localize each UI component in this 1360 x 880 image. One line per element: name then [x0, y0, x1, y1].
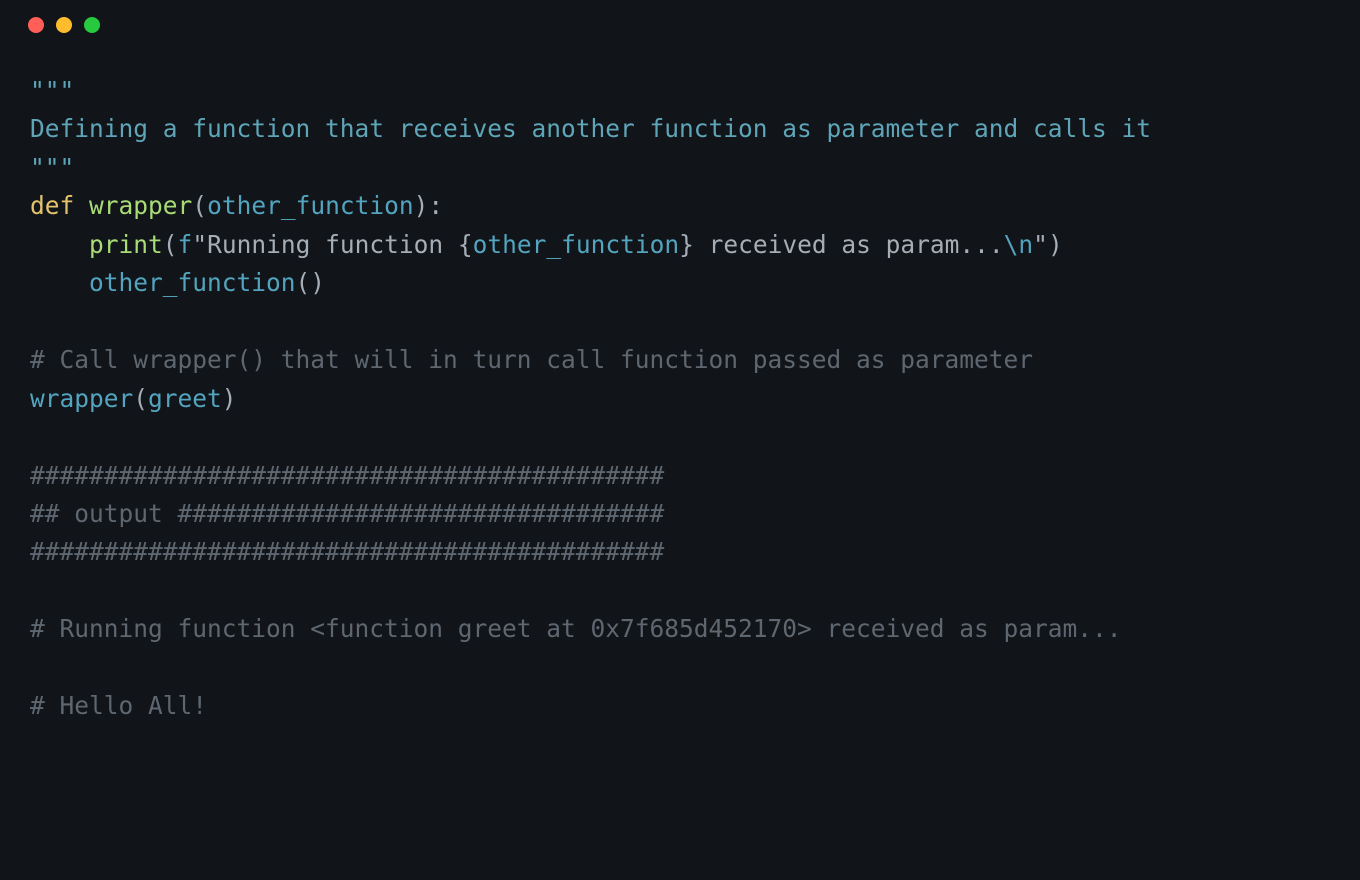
- paren: (: [296, 268, 311, 297]
- print-builtin: print: [89, 230, 163, 259]
- code-editor[interactable]: """ Defining a function that receives an…: [0, 50, 1360, 756]
- paren: ): [1048, 230, 1063, 259]
- output-comment: # Running function <function greet at 0x…: [30, 614, 1122, 643]
- wrapper-call: wrapper: [30, 384, 133, 413]
- function-name: wrapper: [89, 191, 192, 220]
- def-keyword: def: [30, 191, 74, 220]
- indent: [30, 230, 89, 259]
- docstring-close: """: [30, 153, 74, 182]
- paren: (: [163, 230, 178, 259]
- docstring-text: Defining a function that receives anothe…: [30, 114, 1151, 143]
- argument: greet: [148, 384, 222, 413]
- brace: {: [458, 230, 473, 259]
- string-quote: ": [192, 230, 207, 259]
- comment-line: ########################################…: [30, 461, 664, 490]
- function-call: other_function: [89, 268, 296, 297]
- paren: ): [222, 384, 237, 413]
- f-prefix: f: [178, 230, 193, 259]
- minimize-icon[interactable]: [56, 17, 72, 33]
- docstring-open: """: [30, 76, 74, 105]
- parameter: other_function: [207, 191, 414, 220]
- close-icon[interactable]: [28, 17, 44, 33]
- paren: ): [310, 268, 325, 297]
- string-text: received as param...: [694, 230, 1004, 259]
- indent: [30, 268, 89, 297]
- escape-seq: \n: [1004, 230, 1034, 259]
- output-comment: # Hello All!: [30, 691, 207, 720]
- string-text: Running function: [207, 230, 458, 259]
- paren: ): [414, 191, 429, 220]
- titlebar: [0, 0, 1360, 50]
- maximize-icon[interactable]: [84, 17, 100, 33]
- comment-line: ########################################…: [30, 537, 664, 566]
- interpolation: other_function: [473, 230, 680, 259]
- comment-line: # Call wrapper() that will in turn call …: [30, 345, 1033, 374]
- paren: (: [192, 191, 207, 220]
- brace: }: [679, 230, 694, 259]
- string-quote: ": [1033, 230, 1048, 259]
- paren: (: [133, 384, 148, 413]
- comment-line: ## output ##############################…: [30, 499, 664, 528]
- editor-window: """ Defining a function that receives an…: [0, 0, 1360, 880]
- colon: :: [428, 191, 443, 220]
